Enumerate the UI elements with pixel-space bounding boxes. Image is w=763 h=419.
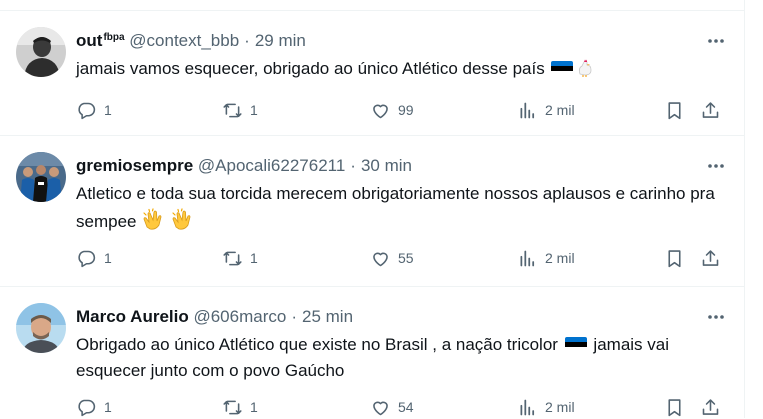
bookmark-icon: [668, 398, 681, 416]
like-button[interactable]: 55: [370, 246, 414, 270]
more-icon[interactable]: [704, 305, 728, 329]
reply-button[interactable]: 1: [76, 98, 112, 122]
avatar[interactable]: [16, 303, 66, 353]
timestamp[interactable]: 29 min: [255, 31, 306, 50]
tweet-text-content: jamais vamos esquecer, obrigado ao único…: [76, 59, 545, 78]
timestamp[interactable]: 25 min: [302, 307, 353, 326]
display-name[interactable]: gremiosempre: [76, 156, 193, 175]
like-count: 55: [398, 250, 414, 266]
separator-dot: ·: [291, 307, 297, 326]
clapping-hands-icon: [141, 207, 165, 239]
retweet-count: 1: [250, 250, 258, 266]
tweet[interactable]: Marco Aurelio @606marco · 25 min Obrigado …: [0, 287, 744, 418]
tweet-header: Marco Aurelio @606marco · 25 min: [76, 306, 353, 328]
timeline: outfbpa @context_bbb · 29 min jamais vamos…: [0, 0, 744, 418]
column-border: [744, 0, 745, 418]
views-button[interactable]: 2 mil: [517, 395, 575, 419]
tweet-text: Atletico e toda sua torcida merecem obri…: [76, 181, 726, 239]
retweet-button[interactable]: 1: [222, 246, 258, 270]
views-icon: [520, 250, 535, 266]
reply-icon: [78, 250, 96, 267]
retweet-button[interactable]: 1: [222, 98, 258, 122]
avatar[interactable]: [16, 152, 66, 202]
estonia-flag-icon: [564, 337, 587, 352]
like-button[interactable]: 54: [370, 395, 414, 419]
more-icon[interactable]: [704, 29, 728, 53]
display-name[interactable]: Marco Aurelio: [76, 307, 189, 326]
views-count: 2 mil: [545, 102, 575, 118]
retweet-count: 1: [250, 102, 258, 118]
separator-dot: ·: [350, 156, 356, 175]
user-handle[interactable]: @Apocali62276211: [198, 156, 345, 175]
like-button[interactable]: 99: [370, 98, 414, 122]
clapping-hands-icon: [170, 207, 194, 239]
avatar[interactable]: [16, 27, 66, 77]
reply-icon: [78, 102, 96, 119]
views-count: 2 mil: [545, 250, 575, 266]
tweet-header: outfbpa @context_bbb · 29 min: [76, 30, 306, 52]
heart-icon: [373, 401, 388, 415]
share-button[interactable]: [700, 246, 721, 270]
heart-icon: [373, 252, 388, 266]
more-icon[interactable]: [704, 154, 728, 178]
tweet-text-content: Obrigado ao único Atlético que existe no…: [76, 335, 558, 354]
retweet-button[interactable]: 1: [222, 395, 258, 419]
share-button[interactable]: [700, 395, 721, 419]
reply-count: 1: [104, 399, 112, 415]
display-name-superscript: fbpa: [103, 32, 125, 43]
views-icon: [520, 399, 535, 415]
user-handle[interactable]: @606marco: [193, 307, 286, 326]
share-icon: [702, 101, 719, 118]
views-icon: [520, 102, 535, 118]
heart-icon: [373, 104, 388, 118]
separator-dot: ·: [244, 31, 250, 50]
like-count: 54: [398, 399, 414, 415]
display-name[interactable]: out: [76, 31, 102, 50]
tweet[interactable]: outfbpa @context_bbb · 29 min jamais vamos…: [0, 11, 744, 136]
action-bar: 1 1 54 2 mil: [76, 395, 728, 419]
share-button[interactable]: [700, 98, 721, 122]
action-bar: 1 1 99 2 mil: [76, 98, 728, 122]
tweet-text: jamais vamos esquecer, obrigado ao único…: [76, 56, 726, 86]
reply-icon: [78, 399, 96, 416]
reply-button[interactable]: 1: [76, 246, 112, 270]
tweet[interactable]: gremiosempre @Apocali62276211 · 30 min Atl…: [0, 136, 744, 287]
retweet-icon: [223, 103, 242, 117]
share-icon: [702, 398, 719, 415]
estonia-flag-icon: [551, 61, 574, 76]
timestamp[interactable]: 30 min: [361, 156, 412, 175]
bookmark-icon: [668, 101, 681, 119]
views-count: 2 mil: [545, 399, 575, 415]
retweet-icon: [223, 400, 242, 414]
bookmark-icon: [668, 249, 681, 267]
bookmark-button[interactable]: [664, 246, 685, 270]
rooster-icon: [575, 58, 595, 86]
user-handle[interactable]: @context_bbb: [129, 31, 239, 50]
tweet-text: Obrigado ao único Atlético que existe no…: [76, 332, 726, 384]
retweet-count: 1: [250, 399, 258, 415]
retweet-icon: [223, 251, 242, 265]
like-count: 99: [398, 102, 414, 118]
reply-button[interactable]: 1: [76, 395, 112, 419]
reply-count: 1: [104, 102, 112, 118]
share-icon: [702, 249, 719, 266]
bookmark-button[interactable]: [664, 395, 685, 419]
bookmark-button[interactable]: [664, 98, 685, 122]
views-button[interactable]: 2 mil: [517, 98, 575, 122]
views-button[interactable]: 2 mil: [517, 246, 575, 270]
reply-count: 1: [104, 250, 112, 266]
action-bar: 1 1 55 2 mil: [76, 246, 728, 270]
tweet-header: gremiosempre @Apocali62276211 · 30 min: [76, 155, 412, 177]
